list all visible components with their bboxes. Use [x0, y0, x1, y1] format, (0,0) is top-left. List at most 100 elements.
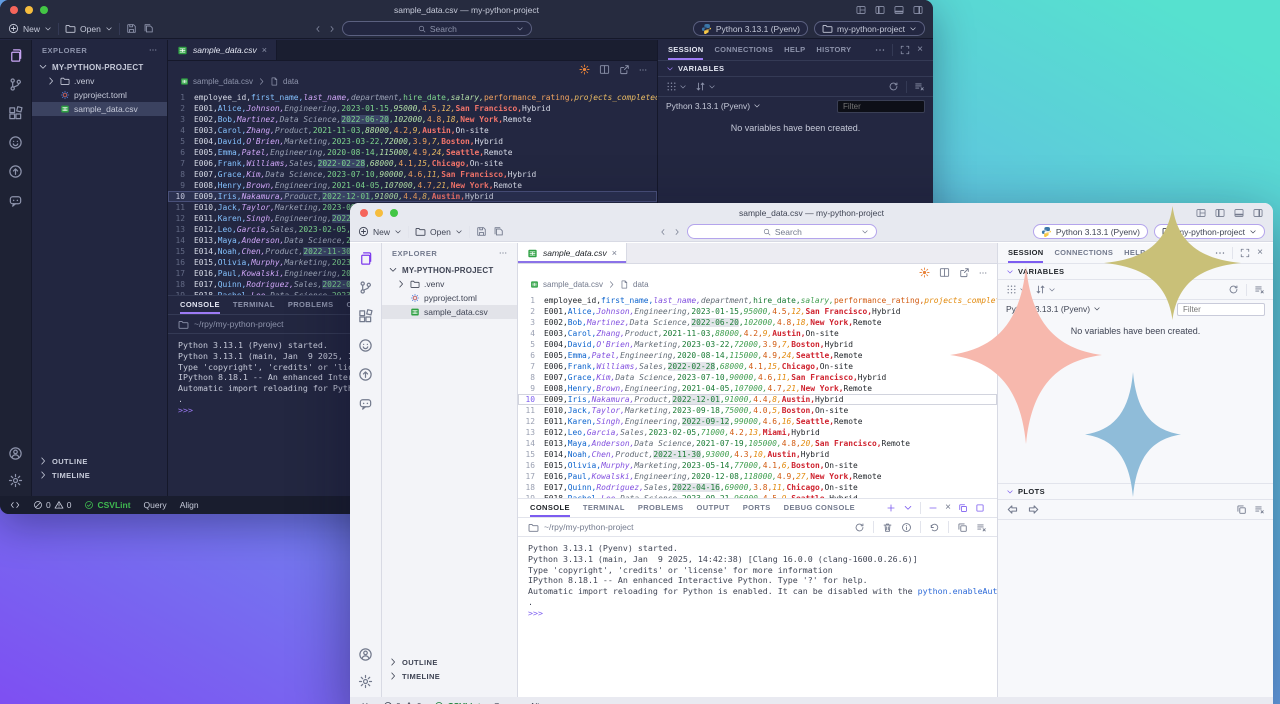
window-titlebar[interactable]: sample_data.csv — my-python-project: [350, 203, 1273, 222]
toggle-sidebar-icon[interactable]: [875, 5, 885, 15]
close-panel-icon[interactable]: ×: [917, 45, 923, 55]
session-tab-session[interactable]: SESSION: [1008, 243, 1044, 263]
session-tab-help[interactable]: HELP: [784, 40, 805, 60]
interpreter-button[interactable]: Python 3.13.1 (Pyenv): [692, 21, 808, 36]
source-control-icon[interactable]: [8, 77, 23, 92]
minimize-window-button[interactable]: [25, 5, 33, 14]
code-line-2[interactable]: 2 E001,Alice,Johnson,Engineering,2023-01-…: [168, 103, 657, 114]
panel-tab-console[interactable]: CONSOLE: [180, 296, 220, 314]
code-line-1[interactable]: 1 employee_id,first_name,last_name,depart…: [168, 92, 657, 103]
panel-tab-debug-console[interactable]: DEBUG CONSOLE: [784, 499, 855, 517]
panel-tab-problems[interactable]: PROBLEMS: [288, 296, 334, 314]
settings-gear-icon[interactable]: [358, 674, 373, 689]
search-box[interactable]: Search: [342, 21, 533, 36]
variables-section-header[interactable]: VARIABLES: [998, 264, 1273, 280]
settings-link[interactable]: python.enableAutoReload setting: [918, 586, 997, 596]
code-line-7[interactable]: 7 E006,Frank,Williams,Sales,2022-02-28,68…: [168, 158, 657, 169]
new-button[interactable]: New: [358, 226, 402, 237]
align-status[interactable]: Align: [180, 500, 199, 510]
open-button[interactable]: Open: [415, 226, 463, 237]
toggle-secondary-sidebar-icon[interactable]: [1253, 208, 1263, 218]
outline-section[interactable]: OUTLINE: [32, 454, 167, 468]
close-window-button[interactable]: [360, 208, 368, 217]
code-line-2[interactable]: 2 E001,Alice,Johnson,Engineering,2023-01-…: [518, 306, 997, 317]
csv-editor[interactable]: 1 employee_id,first_name,last_name,depart…: [518, 292, 997, 498]
code-line-13[interactable]: 13E012,Leo,Garcia,Sales,2023-02-05,71000…: [518, 427, 997, 438]
minimize-window-button[interactable]: [375, 208, 383, 217]
session-tab-session[interactable]: SESSION: [668, 40, 704, 60]
open-button[interactable]: Open: [65, 23, 113, 34]
more-actions-icon[interactable]: [149, 46, 157, 54]
code-line-7[interactable]: 7 E006,Frank,Williams,Sales,2022-02-28,68…: [518, 361, 997, 372]
breadcrumb-node[interactable]: data: [633, 280, 649, 289]
session-tab-history[interactable]: HISTORY: [1156, 243, 1191, 263]
more-tabs-icon[interactable]: [875, 45, 885, 55]
toggle-panel-icon[interactable]: [1234, 208, 1244, 218]
close-window-button[interactable]: [10, 5, 18, 14]
duplicate-icon[interactable]: [957, 522, 968, 533]
tab-sample-data-csv[interactable]: sample_data.csv ×: [168, 40, 278, 60]
close-tab-icon[interactable]: ×: [612, 248, 617, 258]
maximize-panel-icon[interactable]: [900, 45, 910, 55]
code-line-18[interactable]: 18E017,Quinn,Rodriguez,Sales,2022-04-16,…: [518, 482, 997, 493]
project-root-folder[interactable]: MY-PYTHON-PROJECT: [382, 263, 517, 277]
nav-forward-button[interactable]: [673, 228, 681, 236]
search-box[interactable]: Search: [687, 224, 878, 239]
session-tab-connections[interactable]: CONNECTIONS: [1054, 243, 1113, 263]
view-mode-button[interactable]: [666, 81, 687, 92]
publish-icon[interactable]: [358, 367, 373, 382]
code-line-8[interactable]: 8 E007,Grace,Kim,Data Science,2023-07-10,…: [168, 169, 657, 180]
customize-layout-icon[interactable]: [1196, 208, 1206, 218]
project-button[interactable]: my-python-project: [813, 21, 926, 36]
trash-icon[interactable]: [882, 522, 893, 533]
nav-back-button[interactable]: [314, 25, 322, 33]
foreground-window[interactable]: sample_data.csv — my-python-project New …: [350, 203, 1273, 704]
code-line-9[interactable]: 9 E008,Henry,Brown,Engineering,2021-04-05…: [168, 180, 657, 191]
breadcrumb-file[interactable]: sample_data.csv: [193, 77, 253, 86]
code-line-12[interactable]: 12E011,Karen,Singh,Engineering,2022-09-1…: [518, 416, 997, 427]
next-plot-icon[interactable]: [1027, 503, 1040, 516]
variables-section-header[interactable]: VARIABLES: [658, 61, 933, 77]
plots-section-header[interactable]: PLOTS: [998, 484, 1273, 500]
file-item--venv[interactable]: .venv: [32, 74, 167, 88]
save-all-button[interactable]: [493, 226, 504, 237]
file-item-pyproject-toml[interactable]: pyproject.toml: [382, 291, 517, 305]
open-external-icon[interactable]: [959, 267, 970, 278]
project-root-folder[interactable]: MY-PYTHON-PROJECT: [32, 60, 167, 74]
variables-filter-input[interactable]: [1177, 302, 1265, 316]
outline-section[interactable]: OUTLINE: [382, 655, 517, 669]
panel-tab-terminal[interactable]: TERMINAL: [583, 499, 625, 517]
refresh-icon[interactable]: [854, 522, 865, 533]
open-external-icon[interactable]: [619, 64, 630, 75]
more-actions-icon[interactable]: [499, 249, 507, 257]
github-icon[interactable]: [358, 338, 373, 353]
clear-variables-icon[interactable]: [914, 81, 925, 92]
timeline-section[interactable]: TIMELINE: [32, 468, 167, 482]
console-output[interactable]: Python 3.13.1 (Pyenv) started. Python 3.1…: [518, 537, 997, 619]
clear-plots-icon[interactable]: [1254, 504, 1265, 515]
problems-indicator[interactable]: 0 0: [33, 500, 71, 510]
project-button[interactable]: my-python-project: [1153, 224, 1266, 239]
code-line-6[interactable]: 6 E005,Emma,Patel,Engineering,2020-08-14,…: [168, 147, 657, 158]
code-line-16[interactable]: 16E015,Olivia,Murphy,Marketing,2023-05-1…: [518, 460, 997, 471]
console-session-header[interactable]: ~/rpy/my-python-project: [518, 517, 997, 537]
panel-tab-ports[interactable]: PORTS: [743, 499, 771, 517]
nav-forward-button[interactable]: [328, 25, 336, 33]
sort-button[interactable]: [1035, 284, 1056, 295]
view-mode-button[interactable]: [1006, 284, 1027, 295]
extensions-icon[interactable]: [358, 309, 373, 324]
session-tab-help[interactable]: HELP: [1124, 243, 1145, 263]
restart-icon[interactable]: [929, 522, 940, 533]
runtime-selector[interactable]: Python 3.13.1 (Pyenv): [666, 101, 750, 111]
explorer-icon[interactable]: [8, 48, 23, 63]
nav-back-button[interactable]: [659, 228, 667, 236]
chat-assistant-icon[interactable]: [8, 193, 23, 208]
code-line-1[interactable]: 1 employee_id,first_name,last_name,depart…: [518, 295, 997, 306]
file-item-sample_data-csv[interactable]: sample_data.csv: [32, 102, 167, 116]
split-editor-icon[interactable]: [939, 267, 950, 278]
zoom-window-button[interactable]: [40, 5, 48, 14]
save-button[interactable]: [126, 23, 137, 34]
source-control-icon[interactable]: [358, 280, 373, 295]
runtime-selector[interactable]: Python 3.13.1 (Pyenv): [1006, 304, 1090, 314]
variables-filter-input[interactable]: [837, 99, 925, 113]
